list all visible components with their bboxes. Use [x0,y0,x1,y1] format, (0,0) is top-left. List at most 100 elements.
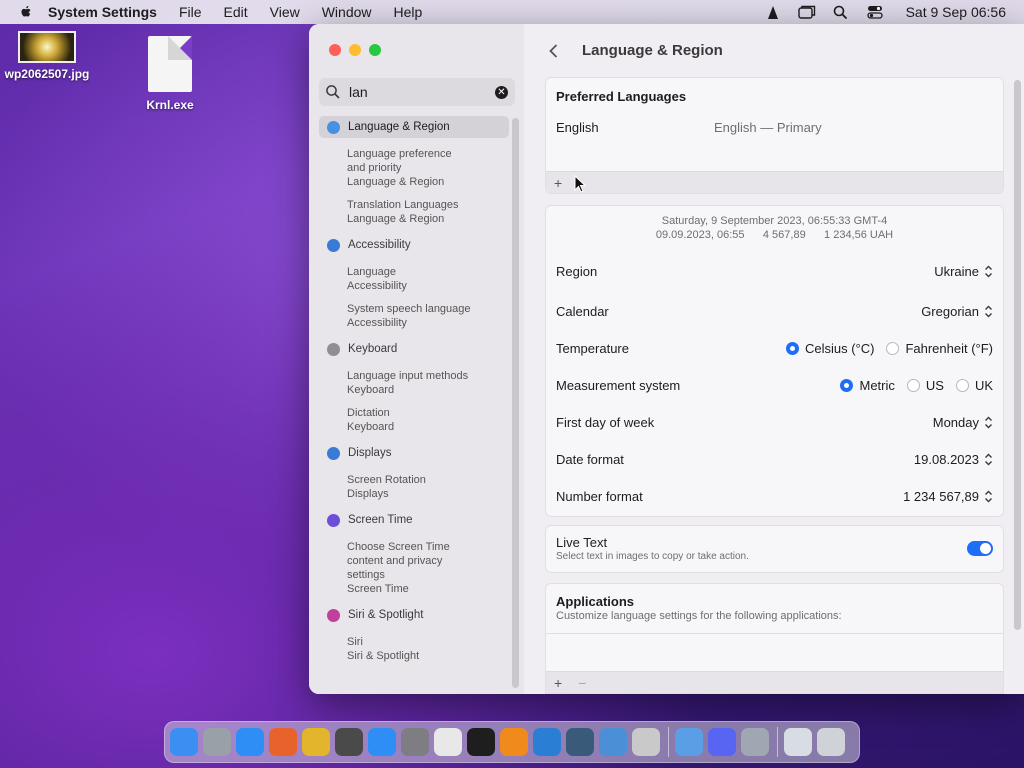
result-item-line: content and privacy [347,555,443,567]
content-scrollbar[interactable] [1014,80,1021,630]
network-icon[interactable] [599,728,627,756]
folder-icon[interactable] [784,728,812,756]
dock-separator [668,727,669,757]
calendar-popup[interactable]: Gregorian [921,304,993,319]
hourglass-icon [327,513,340,527]
celsius-radio[interactable] [785,342,799,355]
live-text-toggle[interactable] [967,541,993,556]
metric-radio[interactable] [840,379,854,392]
remove-application-button[interactable]: − [578,675,586,691]
result-category[interactable]: Language & Region [319,116,509,138]
temperature-options: Celsius (°C) Fahrenheit (°F) [774,341,993,356]
vscode-icon[interactable] [533,728,561,756]
result-item-line: Language & Region [347,176,445,188]
result-category[interactable]: Screen Time [319,509,509,531]
add-application-button[interactable]: + [554,675,562,691]
celsius-label[interactable]: Celsius (°C) [805,341,874,356]
result-item[interactable]: Translation Languages Language & Region [319,198,509,226]
result-item-line: Dictation [347,407,390,419]
desktop-file-exe[interactable]: Krnl.exe [138,36,202,112]
app-menu[interactable]: System Settings [48,4,157,20]
menu-clock[interactable]: Sat 9 Sep 06:56 [906,4,1006,20]
us-label[interactable]: US [926,378,944,393]
document-icon [148,36,192,92]
result-item[interactable]: Language preference and priority Language … [319,147,509,189]
back-chevron-icon[interactable] [546,43,562,59]
result-category-label: Keyboard [348,343,398,355]
search-input[interactable]: lan [349,84,368,100]
preview-icon[interactable] [741,728,769,756]
region-popup[interactable]: Ukraine [934,264,993,279]
desktop-file-image[interactable]: wp2062507.jpg [0,31,94,81]
view-menu[interactable]: View [270,4,300,20]
launchpad-icon[interactable] [203,728,231,756]
apple-logo-icon[interactable] [18,4,34,20]
file-menu[interactable]: File [179,4,202,20]
trash-icon[interactable] [817,728,845,756]
metric-label[interactable]: Metric [859,378,894,393]
result-item-line: Language input methods [347,370,469,382]
fahrenheit-label[interactable]: Fahrenheit (°F) [905,341,993,356]
us-radio[interactable] [906,379,920,392]
result-item[interactable]: System speech language Accessibility [319,302,509,330]
safari-icon[interactable] [236,728,264,756]
wireless-icon[interactable] [632,728,660,756]
result-category[interactable]: Displays [319,442,509,464]
result-item[interactable]: Language Accessibility [319,265,509,293]
measurement-options: Metric US UK [828,378,993,393]
siri-icon [327,608,340,622]
add-language-button[interactable]: + [554,175,562,191]
result-item[interactable]: Dictation Keyboard [319,406,509,434]
discord-icon[interactable] [708,728,736,756]
vlc-status-icon[interactable] [764,4,782,20]
result-item-line: Language [347,266,396,278]
window-switcher-icon[interactable] [797,4,816,20]
help-menu[interactable]: Help [394,4,423,20]
result-category-label: Accessibility [348,239,411,251]
edit-menu[interactable]: Edit [224,4,248,20]
result-category[interactable]: Accessibility [319,234,509,256]
uk-radio[interactable] [955,379,969,392]
result-category[interactable]: Siri & Spotlight [319,604,509,626]
close-window-button[interactable] [329,44,341,56]
search-field[interactable]: lan ✕ [319,78,515,106]
clear-search-icon[interactable]: ✕ [495,85,508,99]
result-item[interactable]: Siri Siri & Spotlight [319,635,509,663]
spotlight-search-icon[interactable] [832,4,850,20]
result-item[interactable]: Language input methods Keyboard [319,369,509,397]
minimize-window-button[interactable] [349,44,361,56]
zoom-window-button[interactable] [369,44,381,56]
result-item-line: Accessibility [347,317,407,329]
uk-label[interactable]: UK [975,378,993,393]
chevron-updown-icon [985,490,992,503]
control-center-icon[interactable] [866,4,884,20]
window-menu[interactable]: Window [322,4,372,20]
preferred-languages-title: Preferred Languages [556,89,687,104]
finder-icon[interactable] [170,728,198,756]
appstore-icon[interactable] [368,728,396,756]
language-name: English [556,120,599,135]
fahrenheit-radio[interactable] [886,342,900,355]
weather-icon[interactable] [675,728,703,756]
sidebar-scrollbar[interactable] [512,118,519,688]
language-row-english[interactable]: English English — Primary [556,120,993,135]
settings-icon[interactable] [401,728,429,756]
proxyman-icon[interactable] [566,728,594,756]
result-category-label: Displays [348,447,392,459]
result-item[interactable]: Screen Rotation Displays [319,473,509,501]
result-category[interactable]: Keyboard [319,338,509,360]
result-item[interactable]: Choose Screen Time content and privacy set… [319,540,509,596]
guitar-icon[interactable] [335,728,363,756]
temperature-row: Temperature Celsius (°C) Fahrenheit (°F) [556,341,993,356]
desktop-file-label: wp2062507.jpg [4,67,90,81]
date-format-popup[interactable]: 19.08.2023 [914,452,993,467]
first-day-popup[interactable]: Monday [933,415,993,430]
chrome-icon[interactable] [302,728,330,756]
textedit-icon[interactable] [434,728,462,756]
menu-bar: System Settings File Edit View Window He… [0,0,1024,24]
vlc-icon[interactable] [500,728,528,756]
firefox-icon[interactable] [269,728,297,756]
number-format-popup[interactable]: 1 234 567,89 [903,489,993,504]
first-day-value: Monday [932,415,979,430]
terminal-icon[interactable] [467,728,495,756]
